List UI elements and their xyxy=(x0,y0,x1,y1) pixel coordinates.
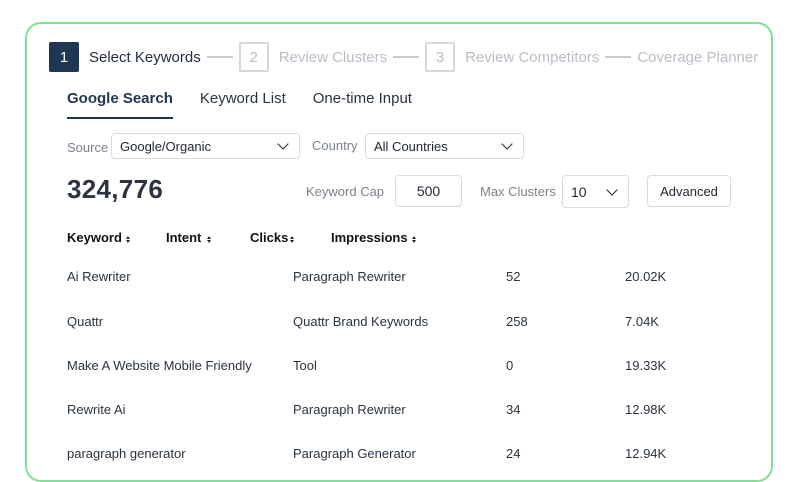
source-tabs: Google Search Keyword List One-time Inpu… xyxy=(67,90,439,119)
intent-cell: Paragraph Rewriter xyxy=(293,269,406,284)
total-keywords-count: 324,776 xyxy=(67,174,164,204)
column-header-clicks[interactable]: Clicks xyxy=(250,230,295,245)
stepper: 1 Select Keywords 2 Review Clusters 3 Re… xyxy=(49,41,758,73)
keyword-selection-card: 1 Select Keywords 2 Review Clusters 3 Re… xyxy=(25,22,773,482)
chevron-down-icon xyxy=(606,183,618,196)
keyword-cap-input[interactable]: 500 xyxy=(395,175,462,207)
table-row[interactable]: Ai Rewriter Paragraph Rewriter 52 20.02K xyxy=(67,254,747,298)
step-3-label[interactable]: Review Competitors xyxy=(465,49,599,66)
sort-icon[interactable] xyxy=(290,236,295,243)
chevron-down-icon xyxy=(501,138,513,150)
intent-cell: Paragraph Rewriter xyxy=(293,402,406,417)
tab-google-search[interactable]: Google Search xyxy=(67,90,173,119)
table-row[interactable]: paragraph generator Paragraph Generator … xyxy=(67,431,747,475)
column-header-intent[interactable]: Intent xyxy=(166,230,212,245)
keyword-cap-label: Keyword Cap xyxy=(306,184,385,199)
table-row[interactable]: Quattr Quattr Brand Keywords 258 7.04K xyxy=(67,299,747,343)
tab-one-time-input[interactable]: One-time Input xyxy=(313,90,412,115)
chevron-down-icon xyxy=(277,138,289,150)
step-2-label[interactable]: Review Clusters xyxy=(279,49,387,66)
country-select[interactable]: All Countries xyxy=(365,133,524,159)
keyword-cell: Ai Rewriter xyxy=(67,269,131,284)
clicks-cell: 0 xyxy=(506,358,514,373)
impressions-cell: 12.94K xyxy=(625,446,667,461)
sort-icon[interactable] xyxy=(411,236,416,243)
table-row[interactable]: Make A Website Mobile Friendly Tool 0 19… xyxy=(67,343,747,387)
impressions-cell: 20.02K xyxy=(625,269,667,284)
impressions-cell: 19.33K xyxy=(625,358,667,373)
country-select-value: All Countries xyxy=(374,138,448,154)
sort-icon[interactable] xyxy=(125,236,130,243)
column-header-label: Intent xyxy=(166,230,202,245)
intent-cell: Tool xyxy=(293,358,317,373)
intent-cell: Paragraph Generator xyxy=(293,446,416,461)
intent-cell: Quattr Brand Keywords xyxy=(293,314,429,329)
source-label: Source xyxy=(67,140,109,155)
clicks-cell: 24 xyxy=(506,446,521,461)
source-select[interactable]: Google/Organic xyxy=(111,133,300,159)
step-connector xyxy=(206,56,233,58)
clicks-cell: 258 xyxy=(506,314,528,329)
impressions-cell: 12.98K xyxy=(625,402,667,417)
column-header-keyword[interactable]: Keyword xyxy=(67,230,130,245)
keyword-cell: Make A Website Mobile Friendly xyxy=(67,358,252,373)
column-header-impressions[interactable]: Impressions xyxy=(331,230,416,245)
clicks-cell: 52 xyxy=(506,269,521,284)
step-3-number[interactable]: 3 xyxy=(425,42,456,72)
step-1-number[interactable]: 1 xyxy=(49,42,79,72)
keyword-cell: Quattr xyxy=(67,314,104,329)
max-clusters-select[interactable]: 10 xyxy=(562,175,629,208)
step-1-label[interactable]: Select Keywords xyxy=(89,49,201,66)
sort-icon[interactable] xyxy=(207,236,212,243)
tab-keyword-list[interactable]: Keyword List xyxy=(200,90,286,115)
step-2-number[interactable]: 2 xyxy=(238,42,269,72)
step-4-label[interactable]: Coverage Planner xyxy=(637,49,758,66)
clicks-cell: 34 xyxy=(506,402,521,417)
keyword-cell: Rewrite Ai xyxy=(67,402,126,417)
table-row[interactable]: Rewrite Ai Paragraph Rewriter 34 12.98K xyxy=(67,387,747,431)
column-header-label: Impressions xyxy=(331,230,408,245)
step-connector xyxy=(605,56,632,58)
column-header-label: Clicks xyxy=(250,230,289,245)
keyword-cell: paragraph generator xyxy=(67,446,186,461)
step-connector xyxy=(393,56,420,58)
advanced-button[interactable]: Advanced xyxy=(647,175,731,207)
max-clusters-value: 10 xyxy=(571,183,587,200)
country-label: Country xyxy=(312,138,358,153)
column-header-label: Keyword xyxy=(67,230,122,245)
source-select-value: Google/Organic xyxy=(120,138,212,154)
impressions-cell: 7.04K xyxy=(625,314,659,329)
max-clusters-label: Max Clusters xyxy=(480,184,556,199)
